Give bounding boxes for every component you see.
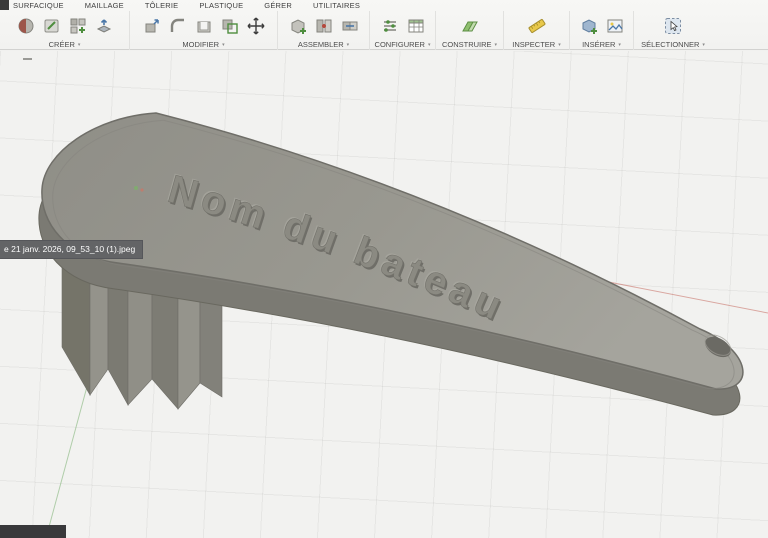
measure-icon[interactable] (525, 14, 549, 38)
window-corner-fragment (0, 0, 9, 10)
file-name-label: e 21 janv. 2026, 09_53_10 (1).jpeg (0, 240, 144, 259)
tab-surfacique[interactable]: SURFACIQUE (13, 1, 64, 10)
group-label-inserer[interactable]: INSÉRER ▾ (582, 40, 621, 49)
tab-utilitaires[interactable]: UTILITAIRES (313, 1, 360, 10)
group-inserer: INSÉRER ▾ (570, 11, 634, 50)
fillet-icon[interactable] (166, 14, 190, 38)
chevron-down-icon: ▾ (222, 41, 225, 48)
tab-maillage[interactable]: MAILLAGE (85, 1, 124, 10)
joint-icon[interactable] (312, 14, 336, 38)
chevron-down-icon: ▾ (427, 41, 431, 48)
group-label-inspecter[interactable]: INSPECTER ▾ (512, 40, 560, 49)
group-inspecter: INSPECTER ▾ (504, 11, 570, 50)
group-construire: CONSTRUIRE ▾ (436, 11, 504, 50)
ribbon-tab-bar: SURFACIQUE MAILLAGE TÔLERIE PLASTIQUE GÉ… (0, 0, 768, 11)
chevron-down-icon: ▾ (702, 41, 705, 48)
chevron-down-icon: ▾ (494, 41, 498, 48)
ribbon-groups: CRÉER ▾ MODIFIER ▾ ASSEMBLER ▾ CONFIGURE… (0, 11, 768, 50)
shell-icon[interactable] (192, 14, 216, 38)
construction-plane-icon[interactable] (458, 14, 482, 38)
chevron-down-icon: ▾ (558, 41, 561, 48)
configuration-icon[interactable] (378, 14, 402, 38)
tab-plastique[interactable]: PLASTIQUE (199, 1, 243, 10)
group-modifier: MODIFIER ▾ (130, 11, 278, 50)
browser-toggle-dash[interactable] (23, 58, 32, 60)
group-selectionner: SÉLECTIONNER ▾ (634, 11, 712, 50)
combine-icon[interactable] (218, 14, 242, 38)
chevron-down-icon: ▾ (618, 41, 621, 48)
3d-viewport[interactable]: Nom du bateau Nom du bateau Nom du batea… (0, 51, 768, 538)
create-form-icon[interactable] (14, 14, 38, 38)
chevron-down-icon: ▾ (77, 41, 81, 48)
taskbar-fragment (0, 525, 66, 538)
scene-canvas[interactable]: Nom du bateau Nom du bateau Nom du batea… (0, 51, 768, 538)
group-label-configurer[interactable]: CONFIGURER ▾ (375, 40, 431, 49)
toolbar: SURFACIQUE MAILLAGE TÔLERIE PLASTIQUE GÉ… (0, 0, 768, 50)
group-label-selectionner[interactable]: SÉLECTIONNER ▾ (641, 40, 705, 49)
rigid-group-icon[interactable] (338, 14, 362, 38)
group-label-creer[interactable]: CRÉER ▾ (49, 40, 81, 49)
group-configurer: CONFIGURER ▾ (370, 11, 436, 50)
move-copy-icon[interactable] (244, 14, 268, 38)
chevron-down-icon: ▾ (346, 41, 350, 48)
group-creer: CRÉER ▾ (0, 11, 130, 50)
insert-derive-icon[interactable] (577, 14, 601, 38)
group-label-modifier[interactable]: MODIFIER ▾ (182, 40, 224, 49)
group-label-assembler[interactable]: ASSEMBLER ▾ (298, 40, 349, 49)
tab-tolerie[interactable]: TÔLERIE (145, 1, 179, 10)
configuration-table-icon[interactable] (404, 14, 428, 38)
group-assembler: ASSEMBLER ▾ (278, 11, 370, 50)
create-sketch-icon[interactable] (40, 14, 64, 38)
group-label-construire[interactable]: CONSTRUIRE ▾ (442, 40, 497, 49)
tab-gerer[interactable]: GÉRER (264, 1, 292, 10)
pattern-icon[interactable] (66, 14, 90, 38)
press-pull-icon[interactable] (140, 14, 164, 38)
new-component-icon[interactable] (286, 14, 310, 38)
extrude-icon[interactable] (92, 14, 116, 38)
select-icon[interactable] (661, 14, 685, 38)
insert-image-icon[interactable] (603, 14, 627, 38)
